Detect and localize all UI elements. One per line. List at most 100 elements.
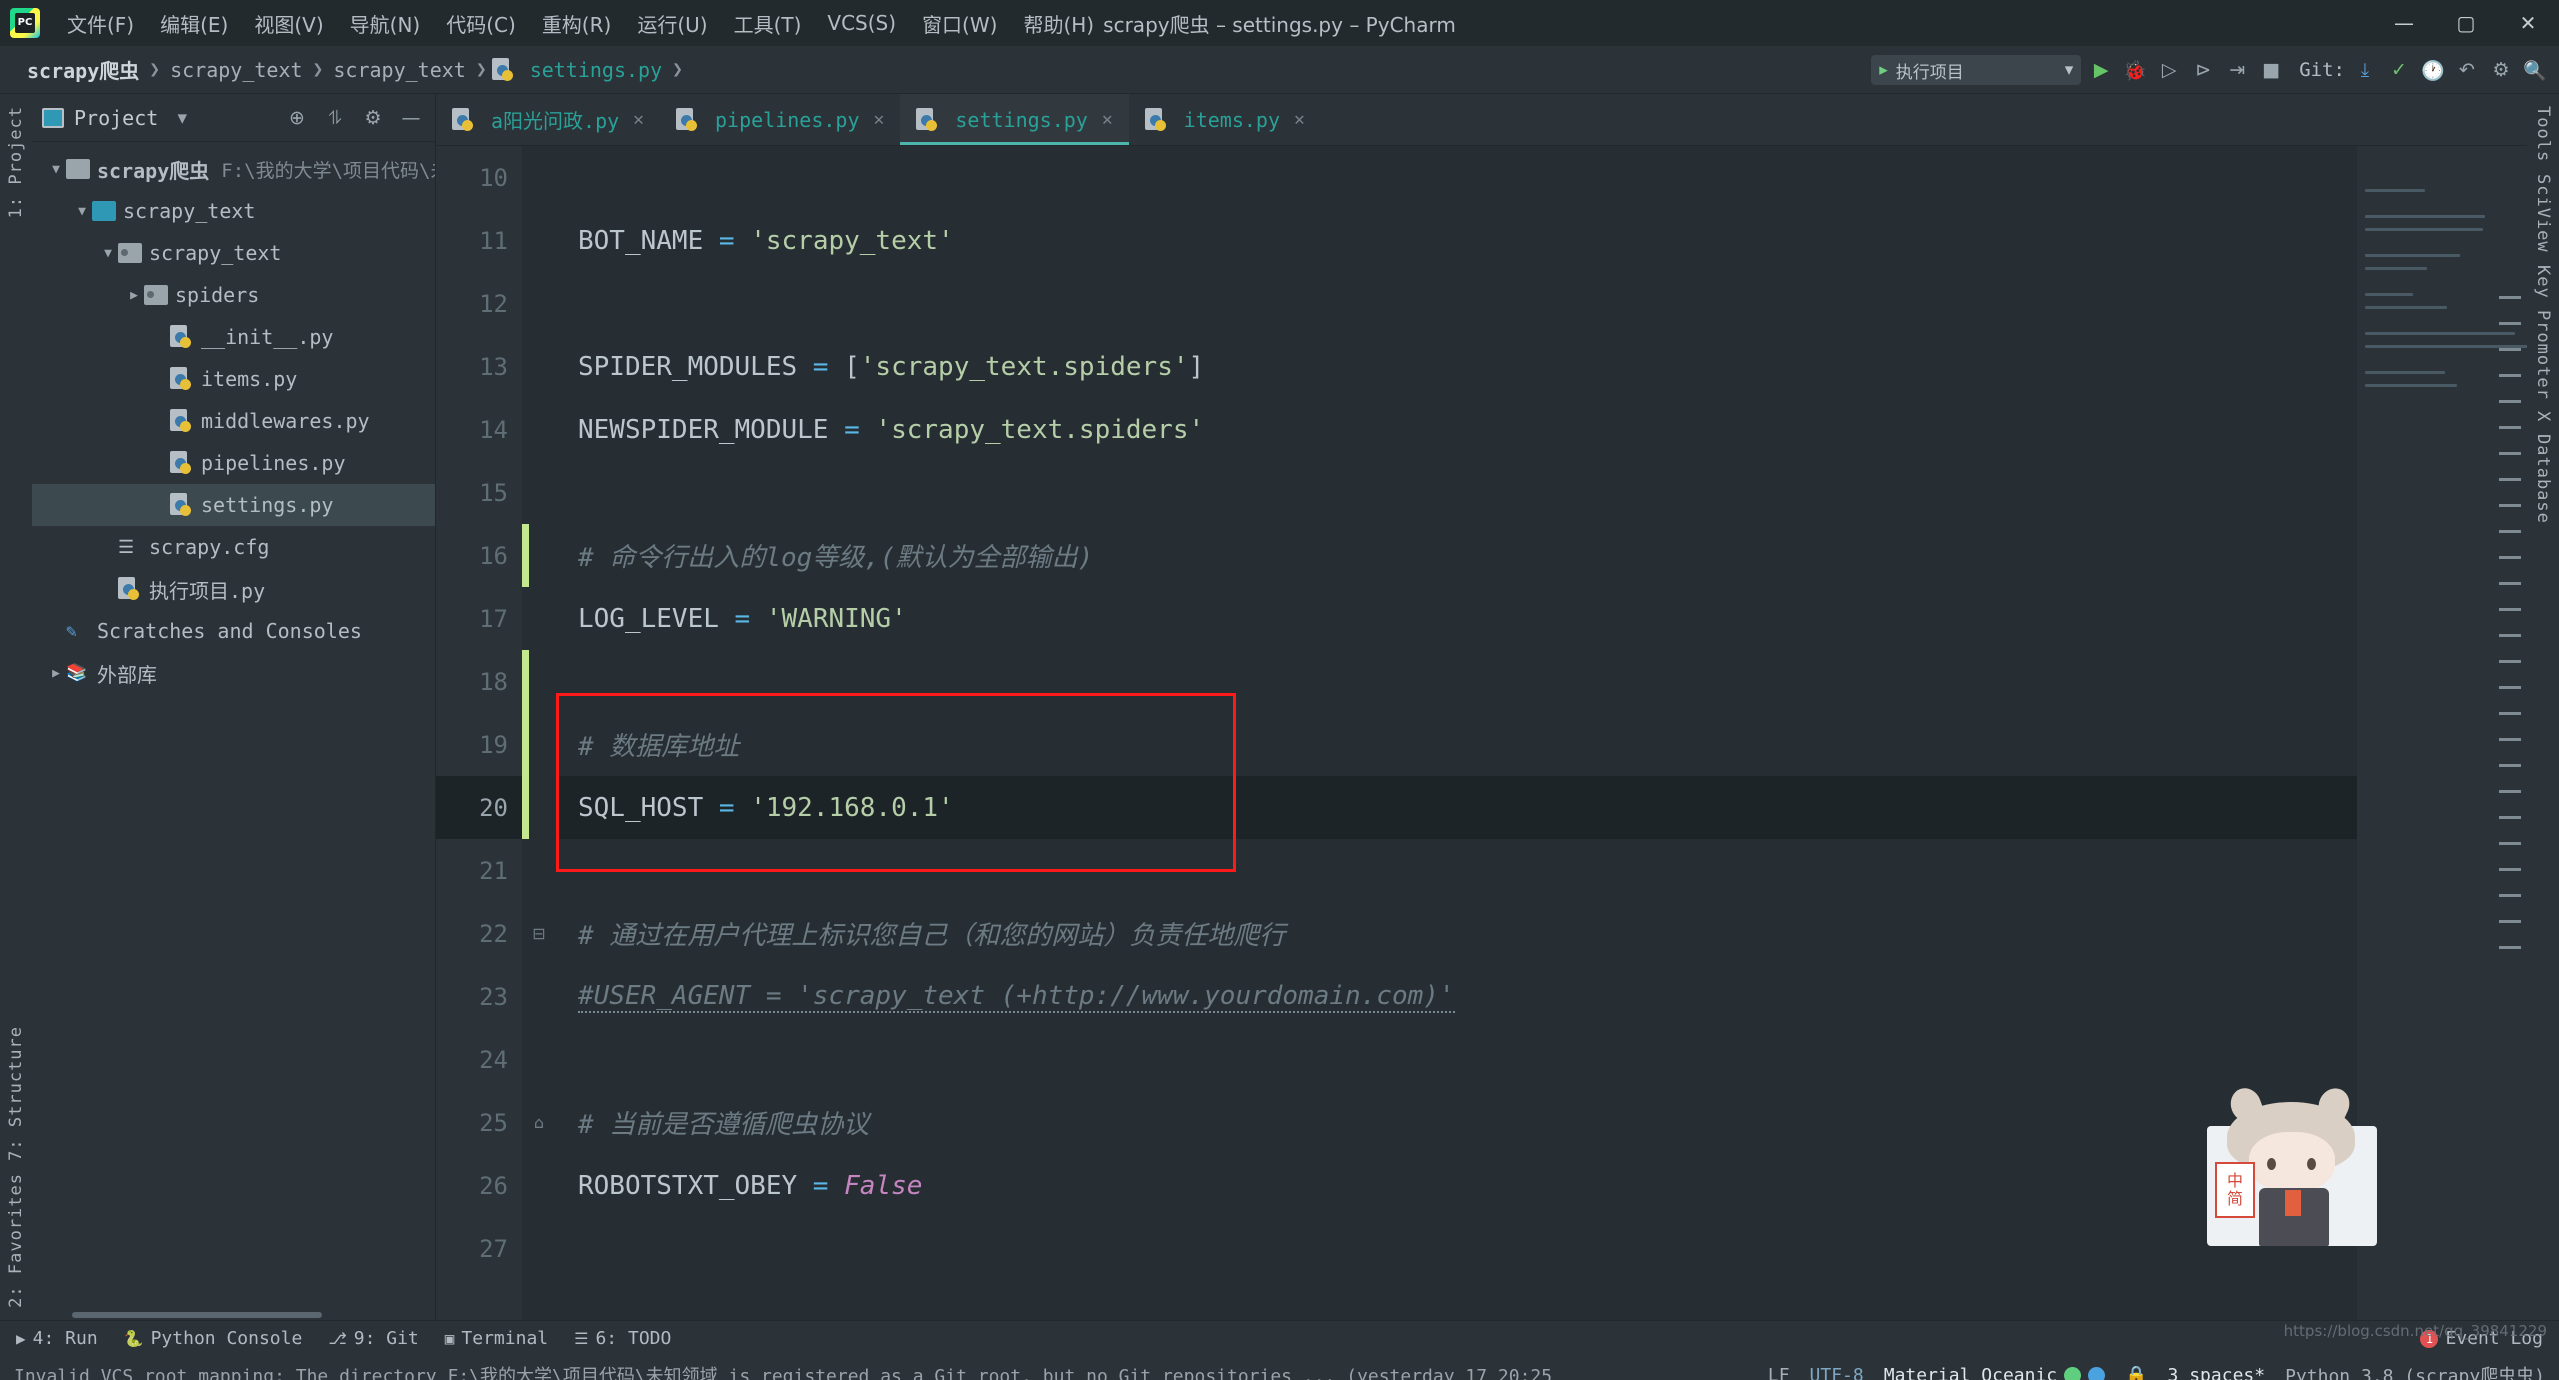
error-stripe-mark[interactable] xyxy=(2499,868,2521,871)
coverage-icon[interactable]: ▷ xyxy=(2155,56,2183,84)
tree-item-spiders[interactable]: ▶spiders xyxy=(32,274,435,316)
chevron-down-icon[interactable]: ▾ xyxy=(168,104,196,132)
chevron-right-icon[interactable]: ▶ xyxy=(124,288,144,303)
menu-refactor[interactable]: 重构(R) xyxy=(529,5,625,42)
menu-tools[interactable]: 工具(T) xyxy=(721,5,815,42)
error-stripe-mark[interactable] xyxy=(2499,816,2521,819)
fold-toggle-icon[interactable]: ⌂ xyxy=(522,1091,556,1154)
tree-item-scrapytext[interactable]: ▼scrapy_text xyxy=(32,190,435,232)
error-stripe-mark[interactable] xyxy=(2499,712,2521,715)
chevron-down-icon[interactable]: ▼ xyxy=(98,246,118,261)
error-stripe-mark[interactable] xyxy=(2499,556,2521,559)
fold-toggle-icon[interactable]: ⊟ xyxy=(522,902,556,965)
tree-item-py[interactable]: 执行项目.py xyxy=(32,568,435,610)
line-number[interactable]: 13 xyxy=(436,335,522,398)
strip-structure[interactable]: 7: Structure xyxy=(6,1020,26,1167)
error-stripe-mark[interactable] xyxy=(2499,426,2521,429)
code-line[interactable] xyxy=(556,839,2357,902)
error-stripe-mark[interactable] xyxy=(2499,504,2521,507)
tree-item-scrapytext[interactable]: ▼scrapy_text xyxy=(32,232,435,274)
tree-item-initpy[interactable]: __init__.py xyxy=(32,316,435,358)
line-number[interactable]: 18 xyxy=(436,650,522,713)
error-stripe-mark[interactable] xyxy=(2499,894,2521,897)
tool-python-console[interactable]: 🐍Python Console xyxy=(124,1328,303,1349)
tree-item-[interactable]: ▶📚外部库 xyxy=(32,652,435,694)
code-line[interactable]: LOG_LEVEL = 'WARNING' xyxy=(556,587,2357,650)
code-line[interactable] xyxy=(556,1217,2357,1280)
left-tool-strip[interactable]: 1: Project 7: Structure 2: Favorites xyxy=(0,94,32,1320)
main-toolbar[interactable]: ▸ 执行项目 ▾ ▶ 🐞 ▷ ⊳ ⇥ ■ Git: ⤓ ✓ 🕐 ↶ ⚙ 🔍 xyxy=(1871,46,2549,94)
menu-navigate[interactable]: 导航(N) xyxy=(337,5,434,42)
right-tool-strip[interactable]: Tools SciView Key Promoter X Database xyxy=(2527,94,2559,1320)
maximize-button[interactable]: ▢ xyxy=(2435,0,2497,46)
attach-icon[interactable]: ⇥ xyxy=(2223,56,2251,84)
strip-sciview[interactable]: SciView xyxy=(2533,168,2553,259)
line-number[interactable]: 20 xyxy=(436,776,522,839)
git-commit-icon[interactable]: ✓ xyxy=(2385,56,2413,84)
collapse-all-icon[interactable]: ⥮ xyxy=(321,104,349,132)
tool-git[interactable]: ⎇9: Git xyxy=(328,1328,418,1349)
git-update-icon[interactable]: ⤓ xyxy=(2351,56,2379,84)
stop-icon[interactable]: ■ xyxy=(2257,56,2285,84)
line-number[interactable]: 19 xyxy=(436,713,522,776)
tree-item-scrapy[interactable]: ▼scrapy爬虫F:\我的大学\项目代码\未知 xyxy=(32,148,435,190)
editor-tab-itemspy[interactable]: items.py✕ xyxy=(1129,94,1321,145)
tree-item-scrapycfg[interactable]: ☰scrapy.cfg xyxy=(32,526,435,568)
code-line[interactable]: # 命令行出入的log等级,(默认为全部输出) xyxy=(556,524,2357,587)
breadcrumb-item[interactable]: scrapy_text xyxy=(328,58,470,82)
error-stripe-mark[interactable] xyxy=(2499,686,2521,689)
code-line[interactable]: SQL_HOST = '192.168.0.1' xyxy=(556,776,2357,839)
editor-tabs[interactable]: a阳光问政.py✕pipelines.py✕settings.py✕items.… xyxy=(436,94,2527,146)
line-number[interactable]: 12 xyxy=(436,272,522,335)
code-line[interactable] xyxy=(556,650,2357,713)
tree-item-middlewarespy[interactable]: middlewares.py xyxy=(32,400,435,442)
code-line[interactable] xyxy=(556,272,2357,335)
line-number[interactable]: 24 xyxy=(436,1028,522,1091)
line-number[interactable]: 14 xyxy=(436,398,522,461)
error-stripe-mark[interactable] xyxy=(2499,790,2521,793)
line-number[interactable]: 10 xyxy=(436,146,522,209)
hide-icon[interactable]: — xyxy=(397,104,425,132)
undo-icon[interactable]: ↶ xyxy=(2453,56,2481,84)
error-stripe-mark[interactable] xyxy=(2499,530,2521,533)
line-number[interactable]: 21 xyxy=(436,839,522,902)
code-line[interactable] xyxy=(556,146,2357,209)
error-stripe-mark[interactable] xyxy=(2499,634,2521,637)
encoding[interactable]: UTF-8 xyxy=(1810,1365,1864,1380)
menu-run[interactable]: 运行(U) xyxy=(624,5,720,42)
close-button[interactable]: ✕ xyxy=(2497,0,2559,46)
chevron-down-icon[interactable]: ▼ xyxy=(46,162,66,177)
strip-favorites[interactable]: 2: Favorites xyxy=(6,1167,26,1314)
tool-terminal[interactable]: ▣Terminal xyxy=(445,1328,548,1349)
gear-icon[interactable]: ⚙ xyxy=(359,104,387,132)
close-icon[interactable]: ✕ xyxy=(874,109,885,130)
chevron-down-icon[interactable]: ▾ xyxy=(2065,60,2074,80)
line-number[interactable]: 23 xyxy=(436,965,522,1028)
code-line[interactable]: # 通过在用户代理上标识您自己（和您的网站）负责任地爬行 xyxy=(556,902,2357,965)
strip-key-promoter[interactable]: Key Promoter X xyxy=(2533,259,2553,428)
error-stripe-mark[interactable] xyxy=(2499,764,2521,767)
fold-gutter[interactable]: ⊟⌂ xyxy=(522,146,556,1320)
tool-todo[interactable]: ☰6: TODO xyxy=(574,1328,671,1349)
line-number[interactable]: 25 xyxy=(436,1091,522,1154)
code-line[interactable]: ROBOTSTXT_OBEY = False xyxy=(556,1154,2357,1217)
menu-code[interactable]: 代码(C) xyxy=(433,5,529,42)
tree-item-itemspy[interactable]: items.py xyxy=(32,358,435,400)
bottom-tool-bar[interactable]: ▶4: Run🐍Python Console⎇9: Git▣Terminal☰6… xyxy=(0,1320,2559,1356)
code-line[interactable]: #USER_AGENT = 'scrapy_text (+http://www.… xyxy=(556,965,2357,1028)
close-icon[interactable]: ✕ xyxy=(1102,109,1113,130)
breadcrumb-item[interactable]: scrapy_text xyxy=(165,58,307,82)
line-number[interactable]: 15 xyxy=(436,461,522,524)
menu-view[interactable]: 视图(V) xyxy=(241,5,336,42)
menu-help[interactable]: 帮助(H) xyxy=(1010,5,1107,42)
error-stripe-mark[interactable] xyxy=(2499,660,2521,663)
strip-tools[interactable]: Tools xyxy=(2533,100,2553,168)
chevron-down-icon[interactable]: ▼ xyxy=(72,204,92,219)
error-stripe-mark[interactable] xyxy=(2499,322,2521,325)
line-separator[interactable]: LF xyxy=(1768,1365,1790,1380)
breadcrumb[interactable]: scrapy爬虫❯scrapy_text❯scrapy_text❯setting… xyxy=(0,55,686,84)
line-number[interactable]: 26 xyxy=(436,1154,522,1217)
error-stripe-mark[interactable] xyxy=(2499,478,2521,481)
run-configuration-selector[interactable]: ▸ 执行项目 ▾ xyxy=(1871,55,2081,85)
line-number[interactable]: 27 xyxy=(436,1217,522,1280)
